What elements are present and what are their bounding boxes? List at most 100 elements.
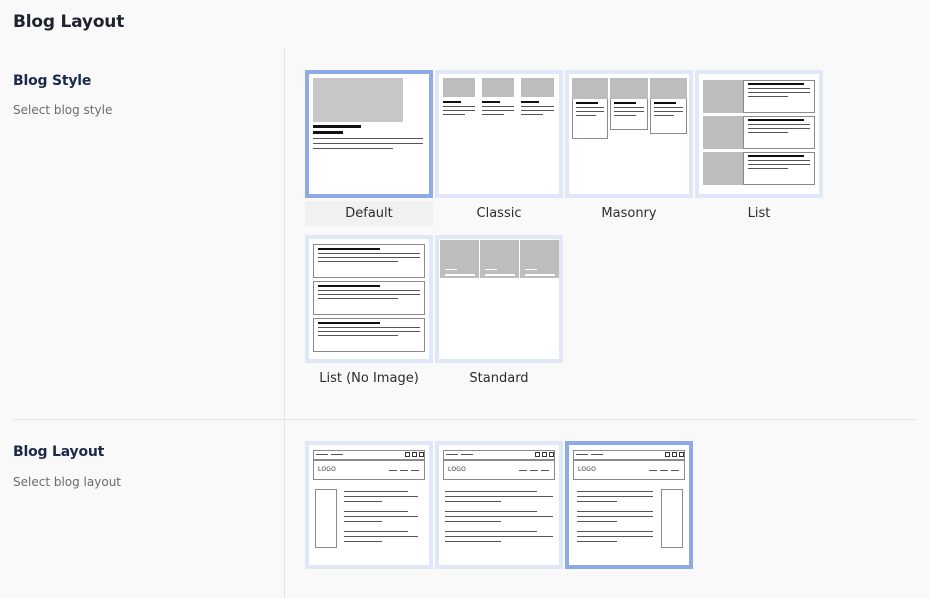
nav-line: [649, 470, 657, 471]
content-line: [344, 516, 418, 517]
window-button: [679, 452, 684, 457]
blog-style-option-default[interactable]: [305, 70, 433, 198]
nav-line: [541, 470, 549, 471]
window-button: [665, 452, 670, 457]
blog-layout-option-left-sidebar[interactable]: LOGO: [305, 441, 433, 569]
content-line: [344, 531, 408, 532]
window-button: [672, 452, 677, 457]
standard-caption: [525, 269, 537, 270]
classic-title: [521, 101, 539, 103]
list-line: [748, 128, 810, 129]
blog-style-option-masonry[interactable]: [565, 70, 693, 198]
content-line: [344, 511, 408, 512]
nav-line: [671, 470, 679, 471]
classic-line: [482, 114, 504, 115]
blog-style-option-list[interactable]: [695, 70, 823, 198]
nav-line: [411, 470, 419, 471]
content-line: [445, 536, 553, 537]
blog-style-label-wrap: Default: [305, 201, 433, 226]
nav-line: [530, 470, 538, 471]
default-thumbnail: [313, 78, 403, 122]
nav-line: [389, 470, 397, 471]
blog-style-option-list-no-image[interactable]: [305, 235, 433, 363]
list-noimg-line: [318, 298, 398, 299]
logo-text: LOGO: [318, 466, 337, 473]
content-line: [344, 501, 382, 502]
content-line: [577, 491, 653, 492]
default-title-line: [313, 125, 361, 128]
default-text-line: [313, 148, 393, 149]
masonry-line: [576, 111, 604, 112]
masonry-title: [654, 102, 676, 104]
standard-caption: [485, 269, 497, 270]
classic-line: [482, 106, 514, 107]
blog-style-label-classic: Classic: [476, 206, 522, 221]
classic-thumb: [443, 78, 475, 97]
nav-line: [400, 470, 408, 471]
list-line: [748, 124, 810, 125]
list-line: [748, 164, 810, 165]
list-noimg-line: [318, 331, 420, 332]
content-line: [445, 531, 537, 532]
classic-line: [521, 106, 554, 107]
window-button: [405, 452, 410, 457]
classic-line: [443, 106, 475, 107]
content-line: [344, 496, 418, 497]
list-noimg-line: [318, 261, 398, 262]
list-line: [748, 168, 788, 169]
window-button: [535, 452, 540, 457]
standard-caption: [445, 269, 457, 270]
standard-caption: [445, 274, 475, 276]
list-thumb: [703, 152, 743, 185]
logo-text: LOGO: [578, 466, 597, 473]
column-divider: [284, 48, 285, 598]
blog-layout-option-no-sidebar[interactable]: LOGO: [435, 441, 563, 569]
content-line: [445, 496, 553, 497]
browser-tab-line: [446, 454, 458, 455]
nav-line: [519, 470, 527, 471]
classic-thumb: [521, 78, 554, 97]
browser-tab-line: [576, 454, 588, 455]
standard-caption: [525, 274, 555, 276]
standard-thumb: [480, 240, 519, 278]
content-line: [577, 521, 617, 522]
blog-style-option-classic[interactable]: [435, 70, 563, 198]
classic-title: [482, 101, 500, 103]
page-title: Blog Layout: [13, 12, 125, 32]
window-button: [542, 452, 547, 457]
list-noimg-line: [318, 335, 398, 336]
list-noimg-title: [318, 322, 380, 324]
content-line: [344, 521, 382, 522]
content-line: [577, 516, 653, 517]
content-line: [445, 541, 501, 542]
blog-layout-description: Select blog layout: [13, 475, 121, 489]
content-line: [344, 541, 382, 542]
content-line: [445, 521, 501, 522]
masonry-thumb: [572, 78, 608, 99]
masonry-line: [614, 107, 644, 108]
list-noimg-title: [318, 248, 380, 250]
blog-style-option-standard[interactable]: [435, 235, 563, 363]
masonry-title: [576, 102, 598, 104]
blog-style-label-list: List: [747, 206, 771, 221]
blog-layout-option-right-sidebar[interactable]: LOGO: [565, 441, 693, 569]
content-line: [577, 531, 653, 532]
list-thumb: [703, 116, 743, 149]
blog-style-label-standard: Standard: [469, 371, 529, 386]
list-thumb: [703, 80, 743, 113]
masonry-line: [654, 111, 683, 112]
blog-style-label-wrap: Classic: [435, 201, 563, 226]
list-line: [748, 96, 788, 97]
list-line: [748, 132, 788, 133]
list-noimg-title: [318, 285, 380, 287]
classic-thumb: [482, 78, 514, 97]
default-text-line: [313, 143, 423, 144]
list-noimg-line: [318, 253, 420, 254]
classic-line: [443, 110, 475, 111]
logo-text: LOGO: [448, 466, 467, 473]
content-line: [344, 536, 418, 537]
list-noimg-line: [318, 294, 420, 295]
browser-tab-line: [591, 454, 603, 455]
blog-style-label-wrap: Standard: [435, 366, 563, 391]
content-line: [577, 536, 653, 537]
